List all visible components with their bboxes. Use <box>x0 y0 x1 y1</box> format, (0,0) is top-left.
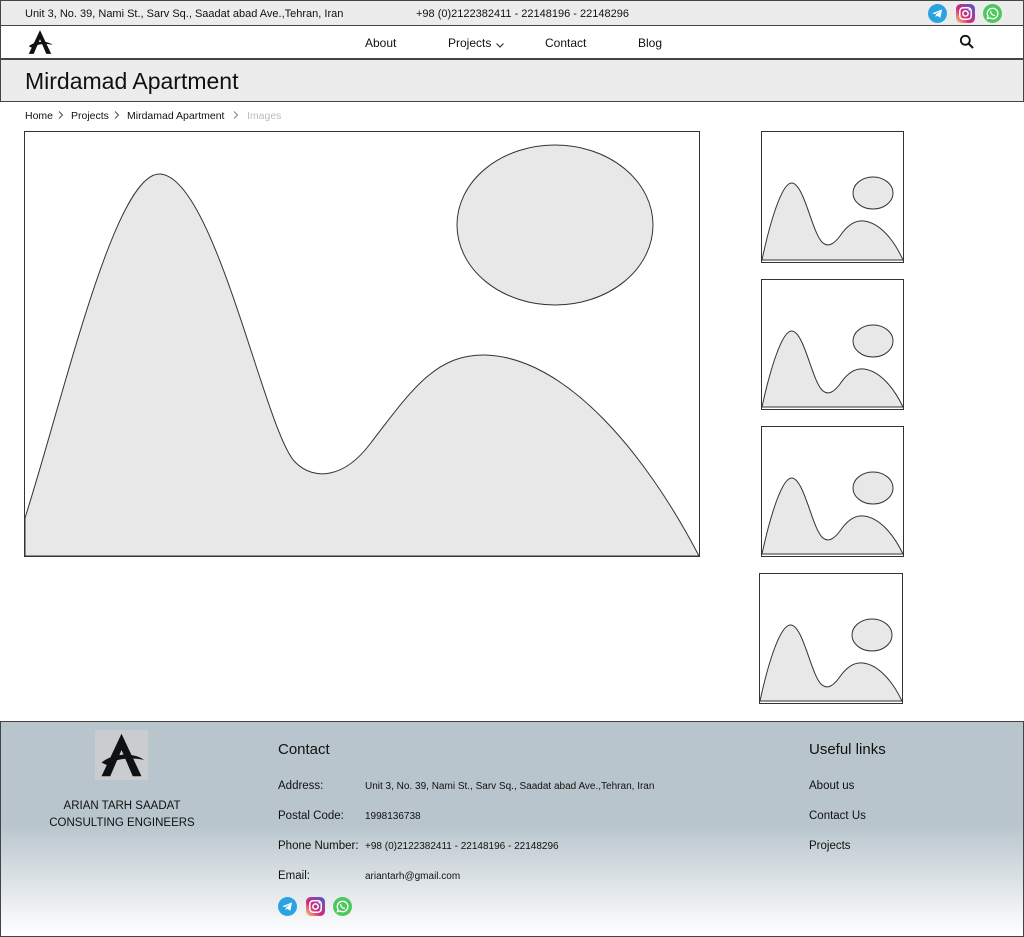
nav-item-contact[interactable]: Contact <box>545 36 586 50</box>
nav-item-about[interactable]: About <box>365 36 396 50</box>
topbar-address: Unit 3, No. 39, Nami St., Sarv Sq., Saad… <box>25 8 344 20</box>
image-placeholder-icon <box>762 176 903 261</box>
nav-item-projects[interactable]: Projects <box>448 36 491 50</box>
thumbnail-2[interactable] <box>761 279 904 410</box>
company-name-line2: CONSULTING ENGINEERS <box>49 817 195 829</box>
top-info-bar: Unit 3, No. 39, Nami St., Sarv Sq., Saad… <box>0 0 1024 26</box>
contact-value-phone: +98 (0)2122382411 - 22148196 - 22148296 <box>365 841 559 852</box>
telegram-icon[interactable] <box>928 4 947 28</box>
chevron-right-icon <box>232 110 240 123</box>
company-logo[interactable] <box>25 28 55 56</box>
breadcrumb-projects[interactable]: Projects <box>71 110 109 122</box>
footer-link-about-us[interactable]: About us <box>809 780 854 792</box>
company-name: ARIAN TARH SAADAT CONSULTING ENGINEERS <box>25 798 219 832</box>
main-image[interactable] <box>24 131 700 557</box>
contact-value-address: Unit 3, No. 39, Nami St., Sarv Sq., Saad… <box>365 781 655 792</box>
thumbnail-3[interactable] <box>761 426 904 557</box>
breadcrumb-project[interactable]: Mirdamad Apartment <box>127 110 224 122</box>
whatsapp-icon[interactable] <box>983 4 1002 28</box>
main-navigation: About Projects Contact Blog <box>0 26 1024 59</box>
image-placeholder-icon <box>760 618 902 702</box>
chevron-right-icon <box>57 110 65 123</box>
image-placeholder-icon <box>762 324 903 408</box>
breadcrumb-current: Images <box>247 110 282 122</box>
chevron-right-icon <box>113 110 121 123</box>
chevron-down-icon[interactable] <box>495 37 505 55</box>
useful-links-heading: Useful links <box>809 741 886 758</box>
image-placeholder-icon <box>762 471 903 555</box>
instagram-icon[interactable] <box>956 4 975 28</box>
footer-link-projects[interactable]: Projects <box>809 840 851 852</box>
footer-link-contact-us[interactable]: Contact Us <box>809 810 866 822</box>
page-title: Mirdamad Apartment <box>25 68 239 94</box>
whatsapp-icon[interactable] <box>333 897 352 921</box>
contact-value-email[interactable]: ariantarh@gmail.com <box>365 871 460 882</box>
footer-logo[interactable] <box>95 730 148 780</box>
page-header: Mirdamad Apartment <box>0 59 1024 102</box>
thumbnail-4[interactable] <box>759 573 903 704</box>
company-name-line1: ARIAN TARH SAADAT <box>63 800 181 812</box>
contact-label-email: Email: <box>278 870 310 882</box>
topbar-phone: +98 (0)2122382411 - 22148196 - 22148296 <box>416 8 629 20</box>
contact-label-address: Address: <box>278 780 324 792</box>
image-placeholder-icon <box>25 144 699 556</box>
nav-item-blog[interactable]: Blog <box>638 36 662 50</box>
company-logo-icon <box>95 730 148 780</box>
search-icon[interactable] <box>959 34 975 55</box>
instagram-icon[interactable] <box>306 897 325 921</box>
telegram-icon[interactable] <box>278 897 297 921</box>
footer: ARIAN TARH SAADAT CONSULTING ENGINEERS C… <box>0 721 1024 937</box>
breadcrumb-home[interactable]: Home <box>25 110 53 122</box>
contact-value-postal: 1998136738 <box>365 811 421 822</box>
contact-label-postal: Postal Code: <box>278 810 344 822</box>
thumbnail-1[interactable] <box>761 131 904 263</box>
contact-heading: Contact <box>278 741 330 758</box>
contact-label-phone: Phone Number: <box>278 840 359 852</box>
